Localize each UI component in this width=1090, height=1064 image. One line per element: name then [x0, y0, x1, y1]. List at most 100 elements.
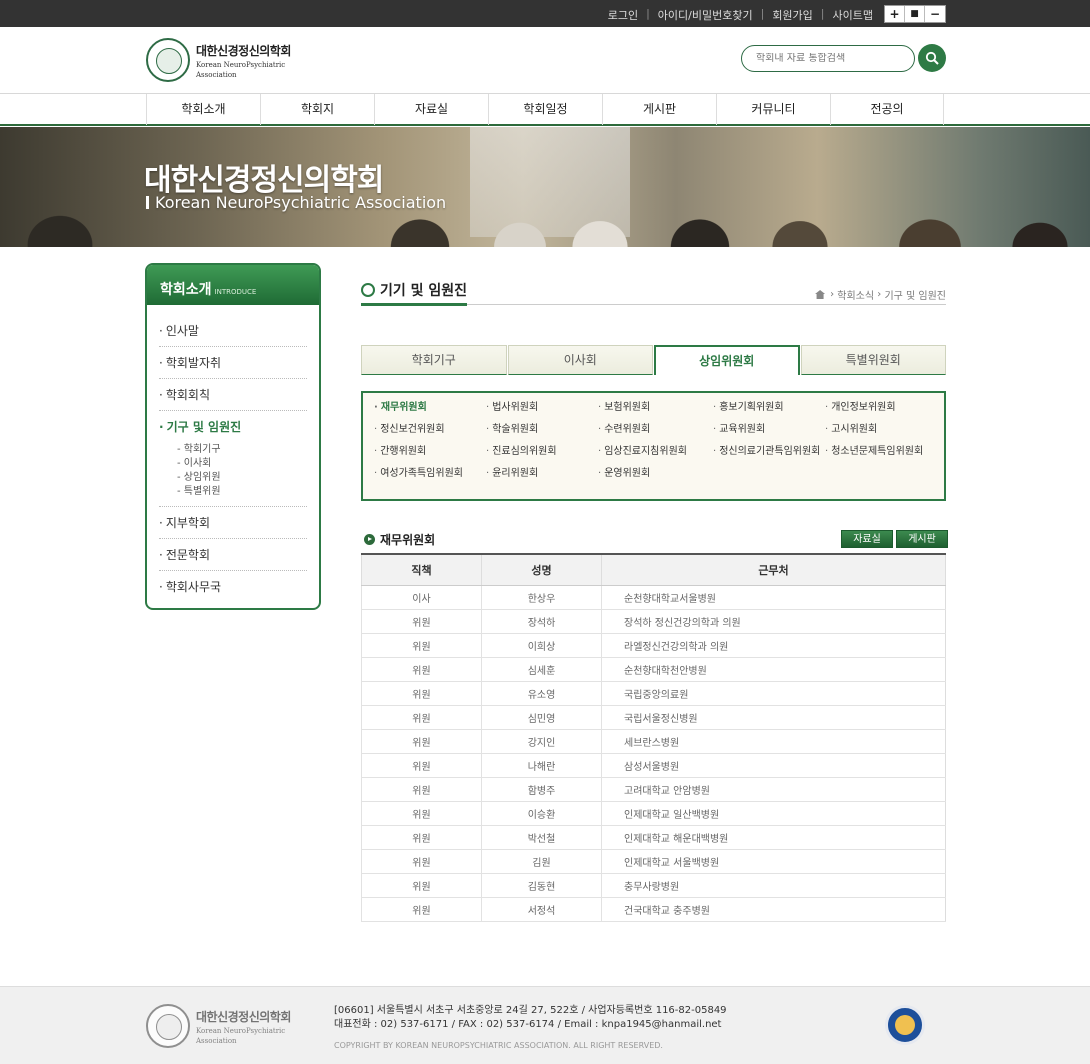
site-logo[interactable]: 대한신경정신의학회 Korean NeuroPsychiatric Associ… [146, 37, 296, 83]
nav-item-residents[interactable]: 전공의 [830, 94, 944, 125]
column-header-name: 성명 [481, 554, 602, 586]
name-cell: 유소영 [481, 681, 602, 706]
section-title: 재무위원회 [380, 533, 436, 547]
position-cell: 위원 [361, 681, 482, 706]
side-submenu: - 학회기구 - 이사회 - 상임위원 - 특별위원 [159, 433, 307, 499]
position-cell: 위원 [361, 849, 482, 874]
logo-title-en-1: Korean NeuroPsychiatric [196, 60, 286, 69]
association-seal-icon [146, 38, 190, 82]
zoom-reset-button[interactable]: ■ [905, 6, 925, 22]
table-row: 위원 박선철 인제대학교 해운대백병원 [361, 825, 946, 850]
home-icon[interactable] [815, 290, 826, 299]
workplace-cell: 국립서울정신병원 [601, 705, 946, 730]
signup-link[interactable]: 회원가입 [772, 7, 812, 23]
position-cell: 위원 [361, 633, 482, 658]
search-button[interactable] [918, 44, 946, 72]
committee-link[interactable]: · 고시위원회 [825, 424, 945, 436]
side-item-history[interactable]: · 학회발자취 [159, 347, 307, 379]
committee-link[interactable]: · 교육위원회 [713, 424, 825, 436]
committee-list-box: · 재무위원회 · 법사위원회 · 보험위원회 · 홍보기획위원회 · 개인정보위원회 · 정신보건위… [361, 391, 946, 501]
footer-logo-en-1: Korean NeuroPsychiatric [196, 1026, 286, 1035]
login-link[interactable]: 로그인 [608, 7, 638, 23]
side-item-specialty[interactable]: · 전문학회 [159, 539, 307, 571]
committee-link[interactable]: · 윤리위원회 [486, 468, 598, 480]
table-row: 위원 김원 인제대학교 서울백병원 [361, 849, 946, 874]
position-cell: 위원 [361, 657, 482, 682]
search-input[interactable] [756, 53, 896, 64]
side-navigation: 학회소개 INTRODUCE · 인사말 · 학회발자취 · 학회회칙 · 기구 및 임원… [145, 263, 321, 610]
side-item-bylaws[interactable]: · 학회회칙 [159, 379, 307, 411]
committee-link[interactable]: · 진료심의위원회 [486, 446, 598, 458]
committee-link[interactable]: · 재무위원회 [374, 402, 486, 414]
sitemap-link[interactable]: 사이트맵 [833, 7, 873, 23]
footer-contact: 대표전화 : 02) 537-6171 / FAX : 02) 537-6174… [334, 1019, 722, 1030]
side-subitem-special[interactable]: - 특별위원 [171, 485, 295, 499]
side-subitem-structure[interactable]: - 학회기구 [171, 443, 295, 457]
banner-title-en: Korean NeuroPsychiatric Association [146, 193, 446, 212]
nav-item-archive[interactable]: 자료실 [374, 94, 488, 125]
table-row: 위원 서정석 건국대학교 충주병원 [361, 897, 946, 922]
site-footer: 대한신경정신의학회 Korean NeuroPsychiatric Associ… [0, 986, 1090, 1064]
zoom-in-button[interactable]: + [885, 6, 905, 22]
committee-link[interactable]: · 여성가족특임위원회 [374, 468, 486, 480]
zoom-out-button[interactable]: − [925, 6, 945, 22]
committee-link[interactable]: · 수련위원회 [598, 424, 713, 436]
nav-item-schedule[interactable]: 학회일정 [488, 94, 602, 125]
position-cell: 위원 [361, 777, 482, 802]
committee-link[interactable]: · 임상진료지침위원회 [598, 446, 713, 458]
board-button[interactable]: 게시판 [896, 530, 948, 548]
side-item-branch[interactable]: · 지부학회 [159, 507, 307, 539]
tab-board-of-directors[interactable]: 이사회 [507, 345, 653, 375]
table-row: 이사 한상우 순천향대학교서울병원 [361, 585, 946, 610]
tab-standing-committee[interactable]: 상임위원회 [654, 345, 800, 375]
breadcrumb-item-news[interactable]: 학회소식 [837, 287, 874, 302]
workplace-cell: 순천향대학천안병원 [601, 657, 946, 682]
side-subitem-standing[interactable]: - 상임위원 [171, 471, 295, 485]
members-table: 직책 성명 근무처 이사 한상우 순천향대학교서울병원 위원 장석하 장석하 정신건강의학… [361, 553, 946, 922]
side-item-organization[interactable]: · 기구 및 임원진 - 학회기구 - 이사회 - 상임위원 - 특별위원 [159, 411, 307, 507]
breadcrumb-item-current[interactable]: 기구 및 임원진 [884, 287, 946, 302]
committee-link[interactable]: · 정신의료기관특임위원회 [713, 446, 825, 458]
committee-link[interactable]: · 학술위원회 [486, 424, 598, 436]
footer-copyright: COPYRIGHT BY KOREAN NEUROPSYCHIATRIC ASS… [334, 1041, 663, 1050]
committee-link[interactable]: · 보험위원회 [598, 402, 713, 414]
workplace-cell: 국립중앙의료원 [601, 681, 946, 706]
side-item-secretariat[interactable]: · 학회사무국 [159, 571, 307, 603]
side-nav-header: 학회소개 INTRODUCE [147, 265, 319, 305]
certification-badge-icon [885, 1005, 925, 1045]
committee-link[interactable]: · 간행위원회 [374, 446, 486, 458]
page-title-bar: 기기 및 임원진 › 학회소식 › 기구 및 임원진 [361, 279, 946, 306]
search-icon [925, 51, 939, 65]
nav-item-community[interactable]: 커뮤니티 [716, 94, 830, 125]
side-item-greeting[interactable]: · 인사말 [159, 315, 307, 347]
nav-item-about[interactable]: 학회소개 [146, 94, 260, 125]
workplace-cell: 인제대학교 서울백병원 [601, 849, 946, 874]
footer-info: [06601] 서울특별시 서초구 서초중앙로 24길 27, 522호 / 사… [334, 1004, 727, 1032]
committee-link[interactable]: · 개인정보위원회 [825, 402, 945, 414]
archive-button[interactable]: 자료실 [841, 530, 893, 548]
committee-link[interactable]: · 법사위원회 [486, 402, 598, 414]
side-subitem-board[interactable]: - 이사회 [171, 457, 295, 471]
name-cell: 이승환 [481, 801, 602, 826]
tab-organization[interactable]: 학회기구 [361, 345, 507, 375]
position-cell: 위원 [361, 825, 482, 850]
tab-special-committee[interactable]: 특별위원회 [800, 345, 946, 375]
committee-link[interactable]: · 홍보기획위원회 [713, 402, 825, 414]
table-row: 위원 이승환 인제대학교 일산백병원 [361, 801, 946, 826]
table-row: 위원 나해란 삼성서울병원 [361, 753, 946, 778]
nav-item-board[interactable]: 게시판 [602, 94, 716, 125]
workplace-cell: 충무사랑병원 [601, 873, 946, 898]
side-nav-subtitle: INTRODUCE [214, 288, 257, 296]
committee-link[interactable]: · 정신보건위원회 [374, 424, 486, 436]
name-cell: 이희상 [481, 633, 602, 658]
position-cell: 위원 [361, 729, 482, 754]
workplace-cell: 라엘정신건강의학과 의원 [601, 633, 946, 658]
committee-grid: · 재무위원회 · 법사위원회 · 보험위원회 · 홍보기획위원회 · 개인정보위원회 · 정신보건위… [374, 402, 944, 480]
committee-link[interactable]: · 청소년문제특임위원회 [825, 446, 945, 458]
committee-tabs: 학회기구 이사회 상임위원회 특별위원회 [361, 345, 946, 375]
page-title: 기기 및 임원진 [380, 283, 468, 299]
committee-link[interactable]: · 운영위원회 [598, 468, 713, 480]
nav-item-journal[interactable]: 학회지 [260, 94, 374, 125]
find-id-password-link[interactable]: 아이디/비밀번호찾기 [658, 7, 753, 23]
name-cell: 서정석 [481, 897, 602, 922]
